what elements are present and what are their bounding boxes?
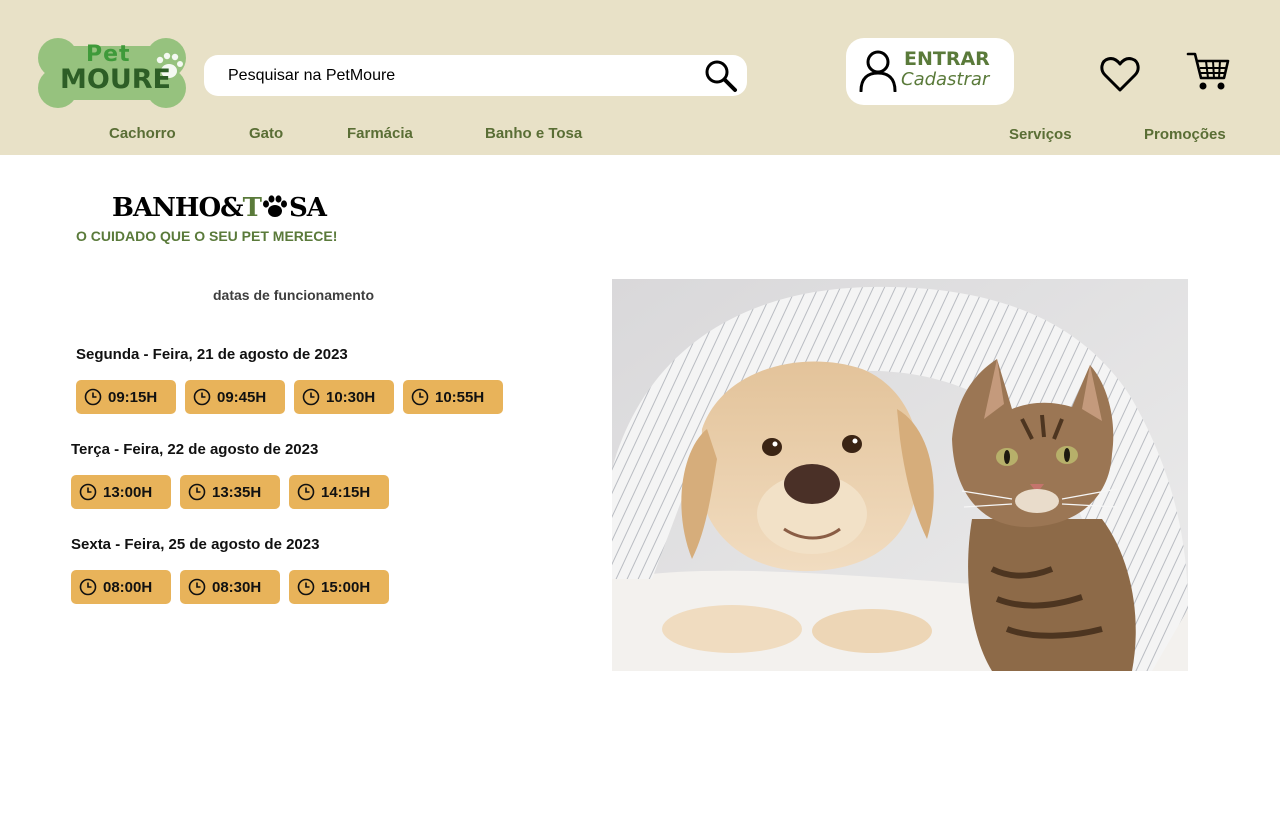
time-slot-label: 10:55H	[435, 388, 485, 406]
time-slots-tuesday: 13:00H 13:35H 14:15H	[71, 475, 389, 509]
time-slot-label: 13:35H	[212, 483, 262, 501]
nav-farmacia[interactable]: Farmácia	[347, 125, 413, 142]
time-slot-label: 14:15H	[321, 483, 371, 501]
clock-icon	[297, 578, 315, 596]
time-slots-monday: 09:15H 09:45H 10:30H 10:55H	[76, 380, 503, 414]
signup-label: Cadastrar	[901, 69, 990, 90]
clock-icon	[188, 578, 206, 596]
day-label-friday: Sexta - Feira, 25 de agosto de 2023	[71, 536, 320, 553]
login-label: ENTRAR	[904, 48, 990, 70]
time-slot-button[interactable]: 13:35H	[180, 475, 280, 509]
clock-icon	[302, 388, 320, 406]
clock-icon	[84, 388, 102, 406]
time-slot-label: 10:30H	[326, 388, 376, 406]
time-slot-label: 09:15H	[108, 388, 158, 406]
dates-heading: datas de funcionamento	[213, 287, 375, 303]
tagline: O CUIDADO QUE O SEU PET MERECE!	[76, 228, 338, 244]
time-slot-label: 09:45H	[217, 388, 267, 406]
time-slot-label: 15:00H	[321, 578, 371, 596]
time-slot-button[interactable]: 15:00H	[289, 570, 389, 604]
time-slot-button[interactable]: 14:15H	[289, 475, 389, 509]
title-part-t: T	[242, 193, 262, 223]
clock-icon	[79, 483, 97, 501]
clock-icon	[193, 388, 211, 406]
clock-icon	[188, 483, 206, 501]
time-slot-button[interactable]: 09:15H	[76, 380, 176, 414]
search-bar	[204, 55, 747, 96]
time-slot-label: 08:00H	[103, 578, 153, 596]
nav-banho-e-tosa[interactable]: Banho e Tosa	[485, 125, 582, 142]
search-input[interactable]	[228, 55, 698, 96]
logo-text-moure: MOURE	[60, 64, 171, 95]
title-part-sa: SA	[288, 193, 327, 223]
time-slot-button[interactable]: 08:30H	[180, 570, 280, 604]
clock-icon	[79, 578, 97, 596]
petmoure-logo[interactable]: Pet MOURE	[36, 38, 188, 108]
clock-icon	[411, 388, 429, 406]
heart-icon[interactable]	[1100, 55, 1140, 93]
nav-promocoes[interactable]: Promoções	[1144, 126, 1226, 143]
cart-icon[interactable]	[1186, 50, 1230, 92]
time-slot-button[interactable]: 09:45H	[185, 380, 285, 414]
user-icon	[859, 50, 897, 92]
nav-servicos[interactable]: Serviços	[1009, 126, 1072, 143]
search-icon[interactable]	[704, 59, 738, 93]
paw-icon	[262, 195, 287, 217]
time-slot-button[interactable]: 13:00H	[71, 475, 171, 509]
time-slots-friday: 08:00H 08:30H 15:00H	[71, 570, 389, 604]
day-label-tuesday: Terça - Feira, 22 de agosto de 2023	[71, 441, 319, 458]
clock-icon	[297, 483, 315, 501]
time-slot-button[interactable]: 10:30H	[294, 380, 394, 414]
day-label-monday: Segunda - Feira, 21 de agosto de 2023	[76, 346, 348, 363]
nav-cachorro[interactable]: Cachorro	[109, 125, 176, 142]
dog-and-cat-photo	[612, 279, 1188, 671]
time-slot-button[interactable]: 08:00H	[71, 570, 171, 604]
time-slot-button[interactable]: 10:55H	[403, 380, 503, 414]
nav-gato[interactable]: Gato	[249, 125, 283, 142]
title-part-banho: BANHO&	[112, 193, 244, 223]
time-slot-label: 13:00H	[103, 483, 153, 501]
banho-e-tosa-title: BANHO&T SA	[112, 193, 327, 223]
time-slot-label: 08:30H	[212, 578, 262, 596]
login-button[interactable]: ENTRAR Cadastrar	[846, 38, 1014, 105]
site-header: Pet MOURE ENTRAR Cadastrar Cachorro Gato…	[0, 0, 1280, 155]
